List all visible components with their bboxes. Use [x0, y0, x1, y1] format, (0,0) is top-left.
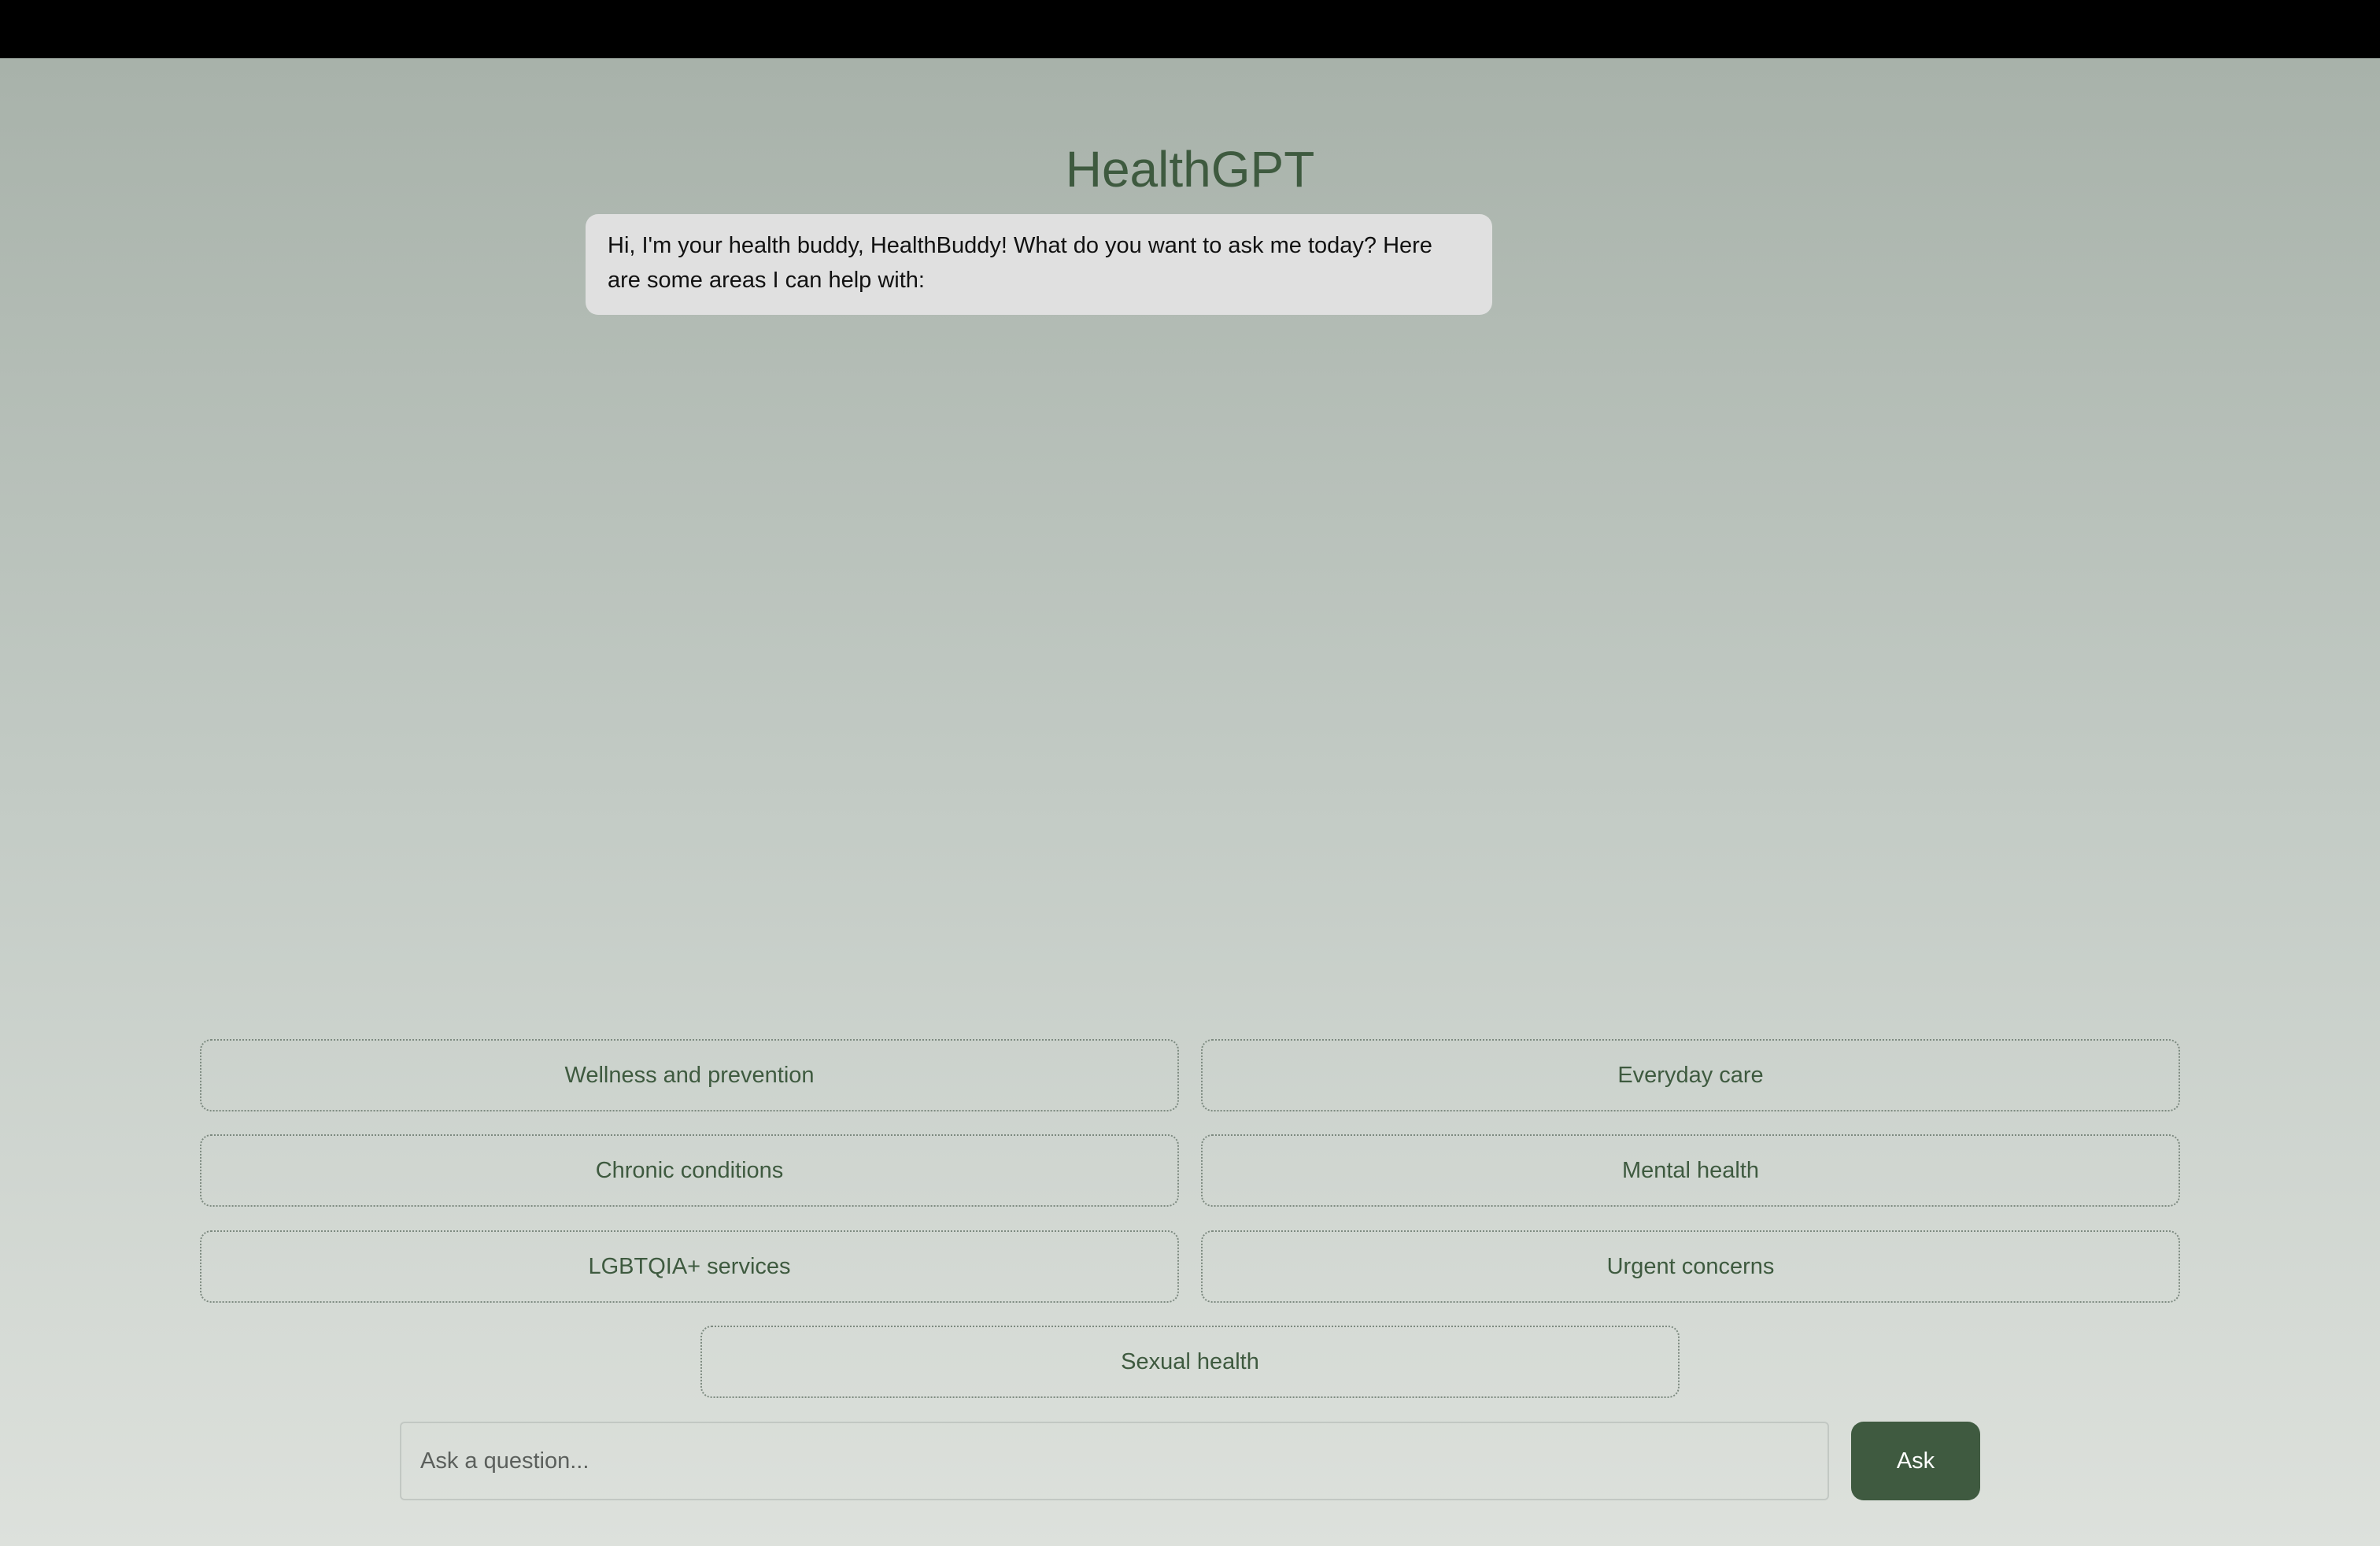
topic-everyday-care-button[interactable]: Everyday care — [1201, 1039, 2180, 1111]
ask-button[interactable]: Ask — [1851, 1422, 1980, 1500]
topic-wellness-and-prevention-button[interactable]: Wellness and prevention — [200, 1039, 1179, 1111]
assistant-message-bubble: Hi, I'm your health buddy, HealthBuddy! … — [586, 214, 1492, 315]
app-container: HealthGPT Hi, I'm your health buddy, Hea… — [0, 58, 2380, 1546]
topic-lgbtqia-services-button[interactable]: LGBTQIA+ services — [200, 1230, 1179, 1303]
topic-chronic-conditions-button[interactable]: Chronic conditions — [200, 1134, 1179, 1207]
question-input[interactable] — [400, 1422, 1829, 1500]
topic-mental-health-button[interactable]: Mental health — [1201, 1134, 2180, 1207]
top-black-bar — [0, 0, 2380, 58]
page-title: HealthGPT — [1065, 140, 1315, 198]
topic-sexual-health-button[interactable]: Sexual health — [700, 1326, 1680, 1398]
topic-urgent-concerns-button[interactable]: Urgent concerns — [1201, 1230, 2180, 1303]
